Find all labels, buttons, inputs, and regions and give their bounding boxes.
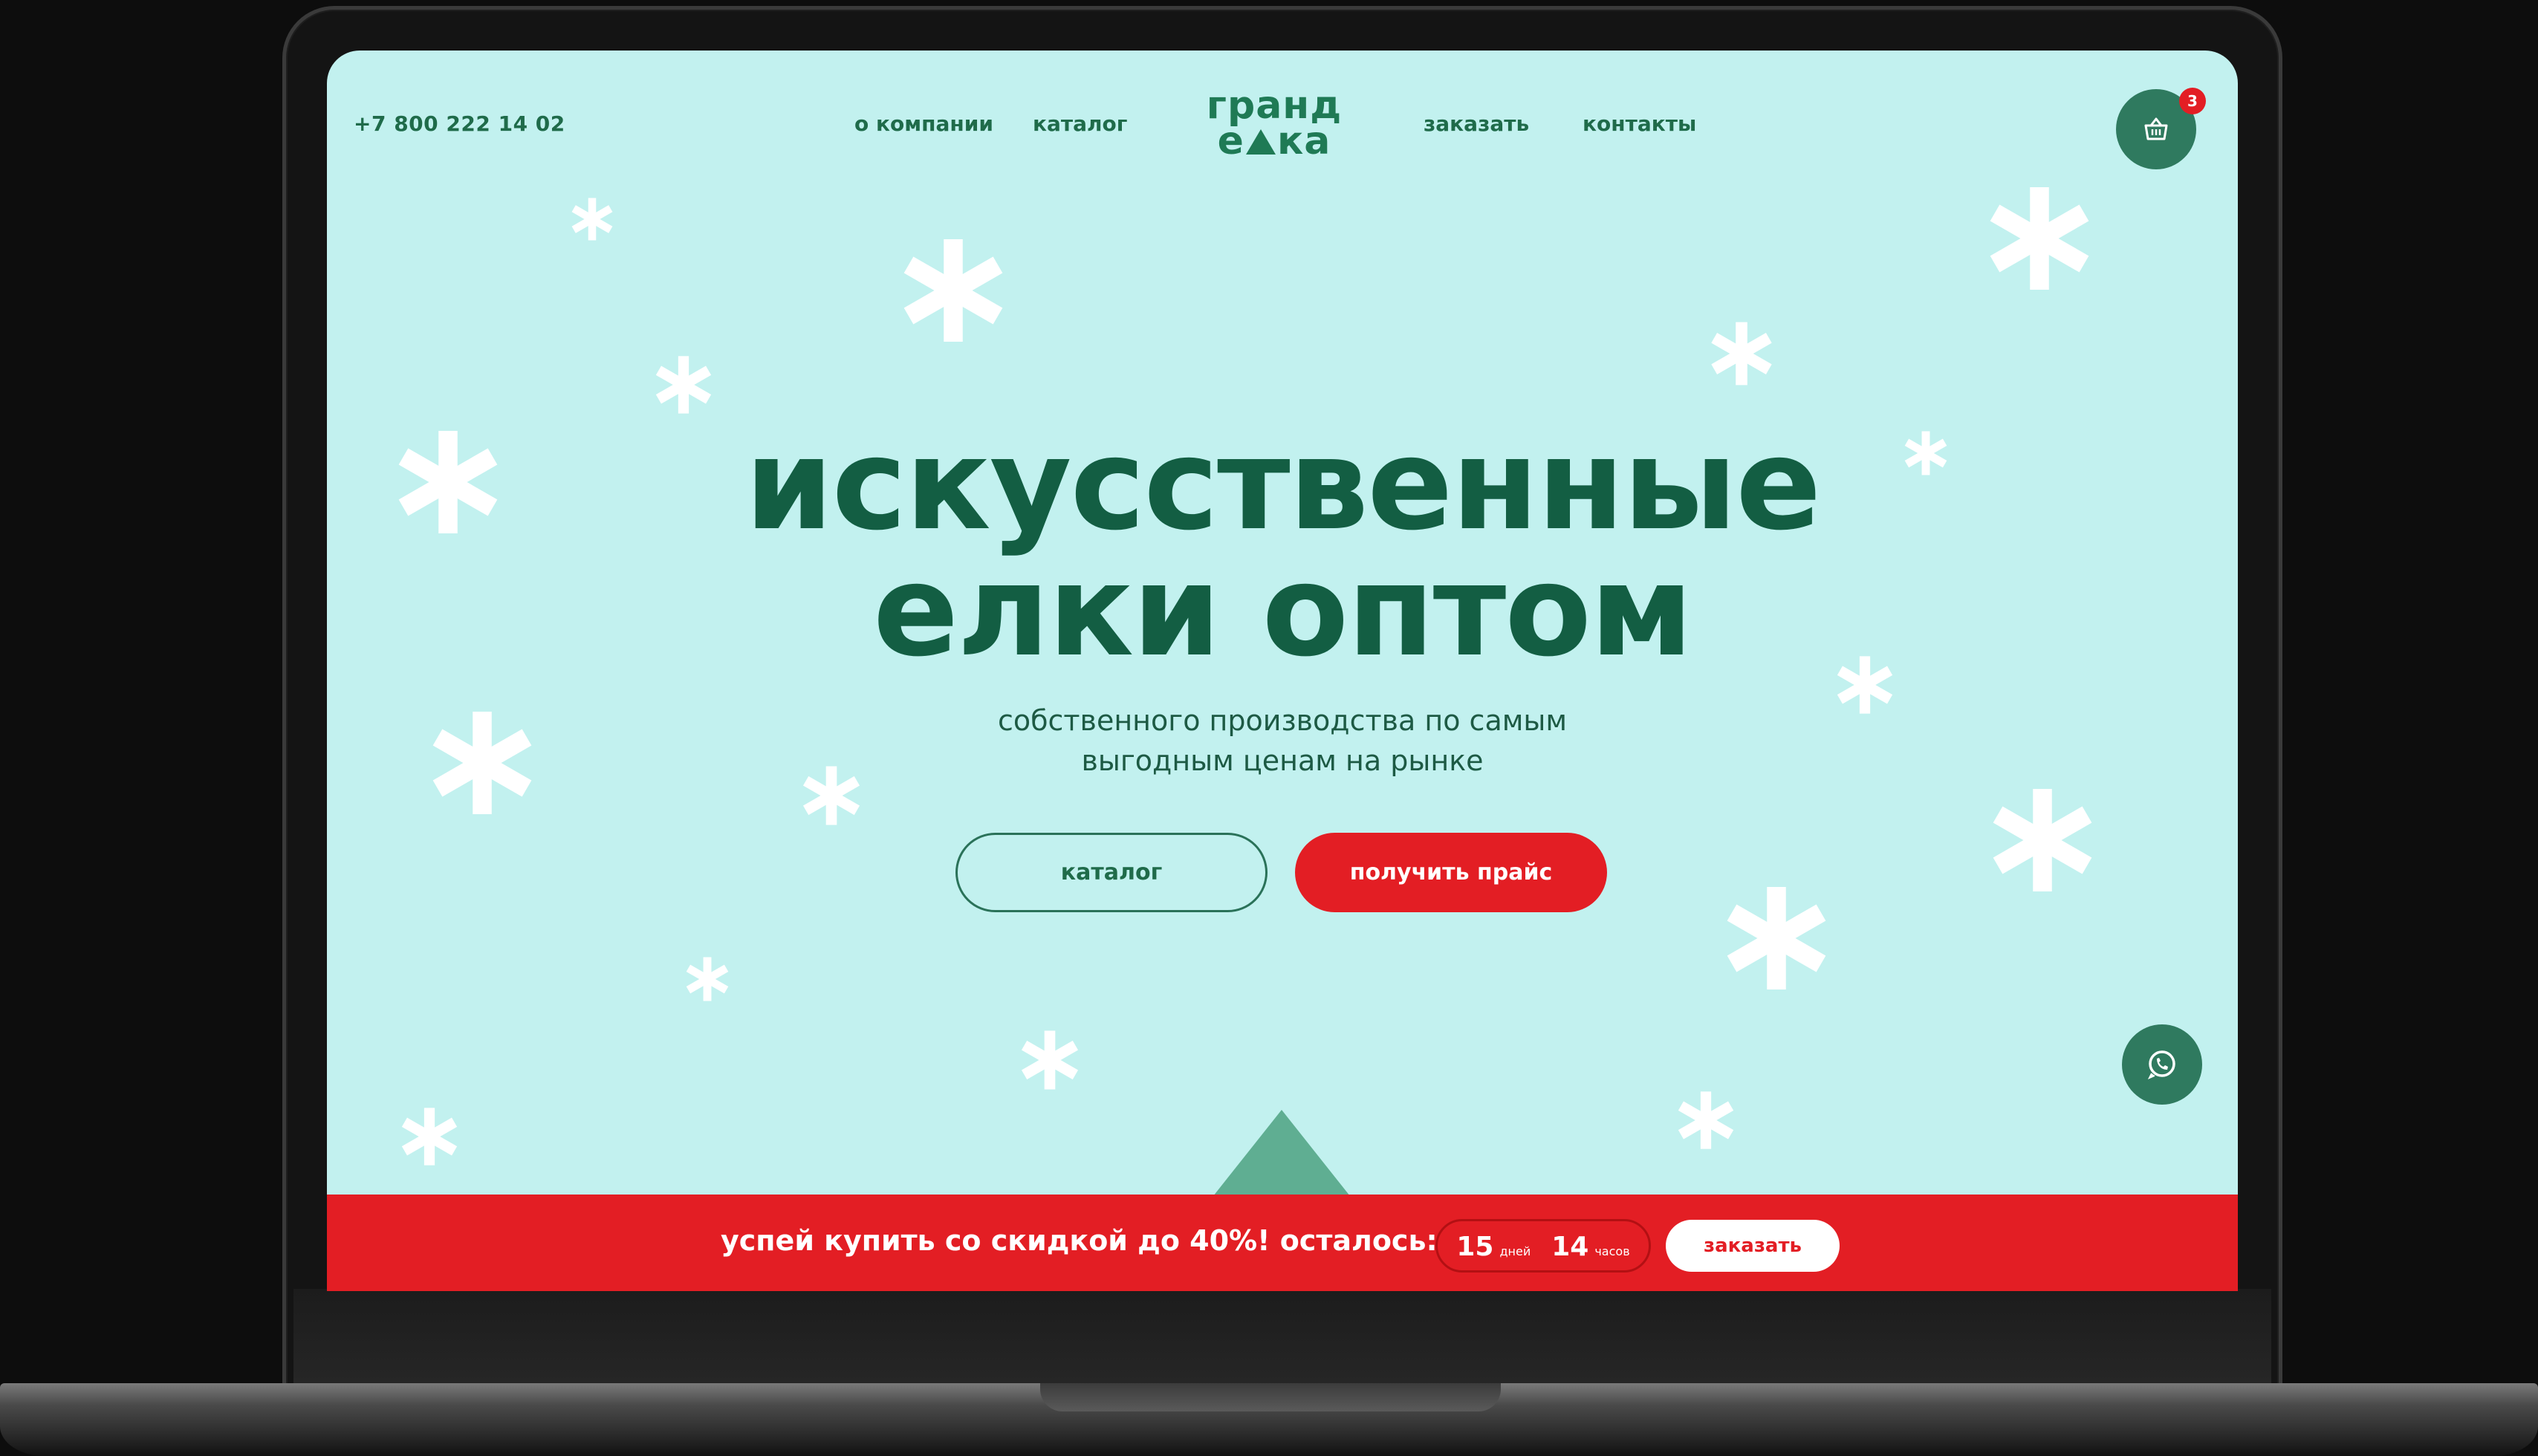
logo-letter-e: е [1217,119,1244,163]
nav-contacts[interactable]: контакты [1583,111,1696,136]
website-screen: +7 800 222 14 02 о компании каталог гран… [327,51,2238,1291]
snowflake-icon [398,1105,461,1168]
tree-logo-icon [1245,129,1276,155]
timer-days-value: 15 [1456,1232,1494,1262]
timer-days-unit: дней [1499,1244,1531,1258]
timer-hours-unit: часов [1594,1244,1630,1258]
snowflake-icon [569,196,615,242]
whatsapp-icon [2147,1050,2175,1079]
phone-number[interactable]: +7 800 222 14 02 [354,111,565,136]
get-price-button[interactable]: получить прайс [1295,833,1607,912]
snowflake-icon [684,955,731,1003]
logo-line1: гранд [1206,83,1343,128]
snowflake-icon [898,235,1009,346]
laptop-bezel [293,1289,2271,1384]
logo[interactable]: гранд е ка [1200,83,1348,169]
snowflake-icon [652,354,715,416]
logo-line2: е ка [1200,119,1348,163]
hero-title: искусственные елки оптом [327,422,2238,675]
snowflake-icon [1018,1028,1082,1092]
snowflake-icon [1987,784,2098,896]
hero-subtitle-line1: собственного производства по самым [997,704,1568,737]
hero-subtitle: собственного производства по самым выгод… [327,701,2238,781]
promo-order-button[interactable]: заказать [1666,1220,1840,1272]
promo-text: успей купить со скидкой до 40%! осталось… [721,1224,1438,1257]
snowflake-icon [1984,183,2095,294]
catalog-button[interactable]: каталог [955,833,1268,912]
snowflake-icon [1707,319,1776,388]
laptop-notch [1040,1383,1501,1411]
nav-catalog[interactable]: каталог [1033,111,1127,136]
snowflake-icon [1721,883,1832,994]
countdown-timer: 15 дней 14 часов [1435,1219,1651,1273]
timer-hours-value: 14 [1551,1232,1589,1262]
hero-title-line1: искусственные [744,412,1822,559]
cart-count-badge: 3 [2179,88,2206,114]
basket-icon [2144,117,2168,140]
whatsapp-button[interactable] [2122,1024,2202,1105]
snowflake-icon [1675,1089,1737,1151]
hero-title-line2: елки оптом [872,538,1693,685]
hero-subtitle-line2: выгодным ценам на рынке [1081,744,1484,777]
nav-order[interactable]: заказать [1424,111,1529,136]
promo-bar: успей купить со скидкой до 40%! осталось… [327,1195,2238,1291]
nav-about[interactable]: о компании [854,111,993,136]
logo-letters-ka: ка [1276,119,1331,163]
decorative-tree-shape [1213,1110,1350,1196]
